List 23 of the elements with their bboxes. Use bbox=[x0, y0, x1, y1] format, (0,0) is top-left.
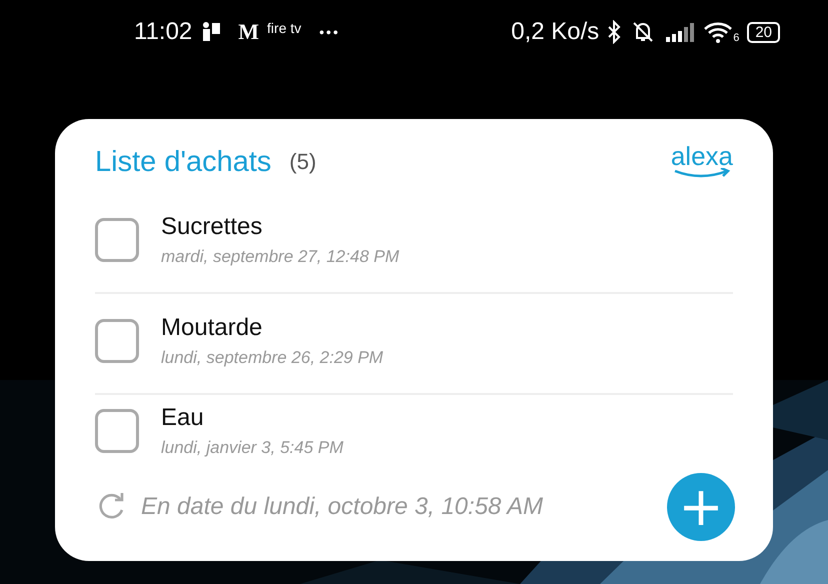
last-updated: En date du lundi, octobre 3, 10:58 AM bbox=[141, 493, 544, 521]
tv-logo: fire tv bbox=[267, 20, 302, 36]
wifi-icon bbox=[703, 20, 734, 44]
alexa-logo: alexa bbox=[670, 144, 733, 180]
newspaper-logo: M bbox=[238, 19, 260, 45]
item-date: lundi, septembre 26, 2:29 PM bbox=[161, 348, 384, 368]
checkbox[interactable] bbox=[95, 218, 139, 262]
item-date: mardi, septembre 27, 12:48 PM bbox=[161, 246, 400, 266]
clock: 11:02 bbox=[134, 18, 192, 46]
item-name[interactable]: Moutarde bbox=[161, 314, 384, 342]
wifi-band-label: 6 bbox=[733, 32, 740, 44]
item-name[interactable]: Eau bbox=[161, 404, 344, 432]
item-date: lundi, janvier 3, 5:45 PM bbox=[161, 438, 344, 458]
checkbox[interactable] bbox=[95, 318, 139, 362]
figure-notification-icon bbox=[200, 21, 222, 43]
bluetooth-icon bbox=[607, 20, 622, 44]
more-notifications: ••• bbox=[319, 24, 340, 40]
signal-icon bbox=[665, 21, 696, 43]
item-name[interactable]: Sucrettes bbox=[161, 212, 400, 240]
battery-level: 20 bbox=[747, 22, 780, 42]
item-count: (5) bbox=[289, 149, 316, 175]
network-speed: 0,2 Ko/s bbox=[511, 18, 600, 46]
checkbox[interactable] bbox=[95, 409, 139, 453]
